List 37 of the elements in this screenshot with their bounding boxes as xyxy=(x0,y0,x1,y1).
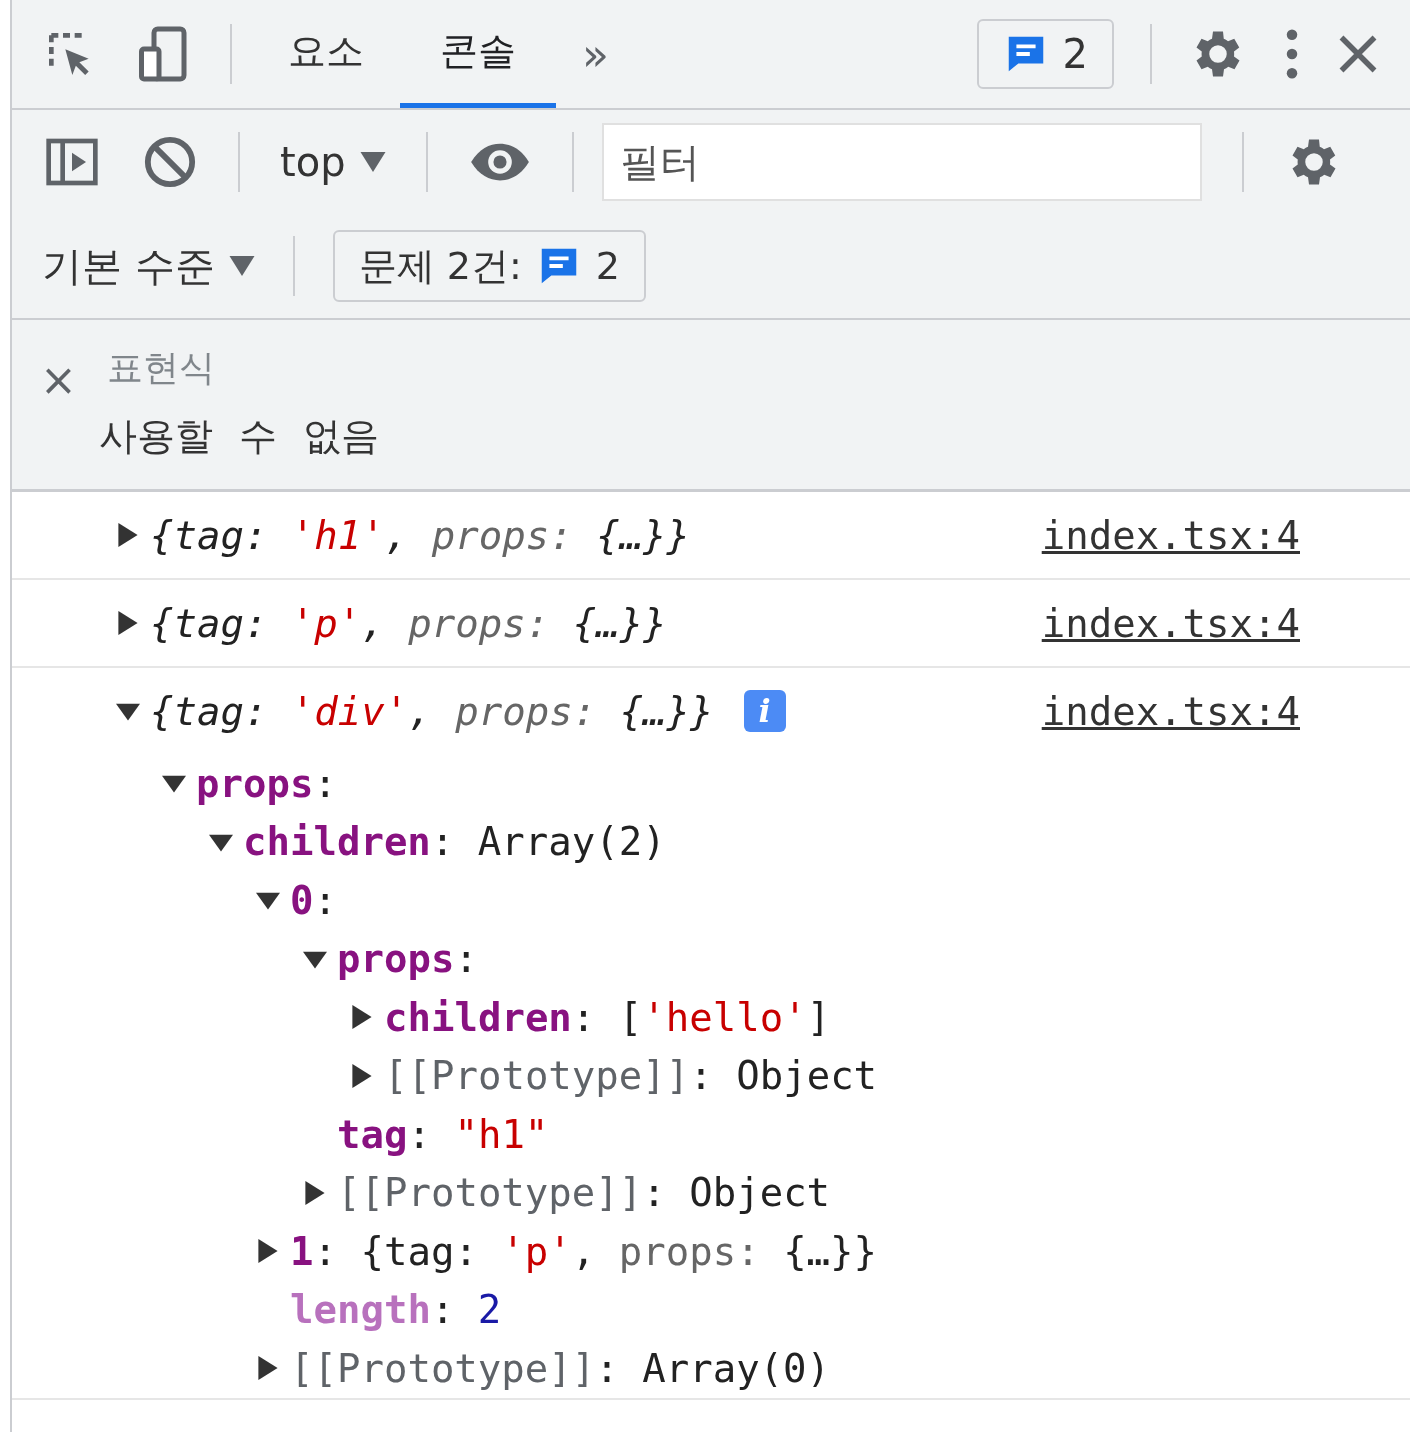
remove-expression-button[interactable]: × xyxy=(40,354,77,489)
expand-arrow-icon[interactable] xyxy=(256,1356,280,1381)
property-entry: children: Array(2) xyxy=(243,819,666,865)
object-preview[interactable]: {tag: 'h1', props: {…}} xyxy=(150,512,691,558)
property-entry: 0: xyxy=(290,877,337,923)
property-entry: length: 2 xyxy=(290,1287,502,1333)
expand-arrow-icon[interactable] xyxy=(303,1180,327,1205)
object-preview[interactable]: {tag: 'div', props: {…}} xyxy=(150,688,714,734)
property-entry: tag: "h1" xyxy=(337,1111,549,1157)
log-level-dropdown[interactable]: 기본 수준 xyxy=(42,238,255,294)
caret-icon xyxy=(228,256,255,276)
expand-arrow-icon[interactable] xyxy=(116,611,140,635)
property-entry: 1: {tag: 'p', props: {…}} xyxy=(290,1228,878,1274)
more-tabs[interactable]: » xyxy=(582,28,609,80)
issues-button[interactable]: 2 xyxy=(976,19,1114,89)
property-entry: [[Prototype]]: Object xyxy=(337,1170,831,1216)
object-preview[interactable]: {tag: 'p', props: {…}} xyxy=(150,600,667,646)
expand-arrow-icon[interactable] xyxy=(350,1005,374,1030)
source-link[interactable]: index.tsx:4 xyxy=(1041,688,1300,734)
issues-button[interactable]: 문제 2건: 2 xyxy=(332,230,646,302)
property-entry: [[Prototype]]: Array(0) xyxy=(290,1345,831,1391)
caret-icon xyxy=(359,152,386,172)
property-entry: props: xyxy=(337,936,478,982)
expand-arrow-icon[interactable] xyxy=(256,1239,280,1264)
source-link[interactable]: index.tsx:4 xyxy=(1041,512,1300,558)
info-icon: i xyxy=(743,690,786,732)
expand-arrow-icon[interactable] xyxy=(116,523,140,547)
clear-console-icon[interactable] xyxy=(142,134,198,190)
expand-arrow-icon[interactable] xyxy=(350,1063,374,1088)
source-link[interactable]: index.tsx:4 xyxy=(1041,600,1300,646)
expression-value: 사용할 수 없음 xyxy=(98,413,380,460)
property-entry: children: ['hello'] xyxy=(384,994,831,1040)
filter-field[interactable]: 필터 xyxy=(601,123,1202,201)
context-dropdown[interactable]: top xyxy=(280,139,386,185)
property-entry: [[Prototype]]: Object xyxy=(384,1053,878,1099)
expression-label: 표현식 xyxy=(106,346,216,390)
property-entry: props: xyxy=(196,760,337,806)
